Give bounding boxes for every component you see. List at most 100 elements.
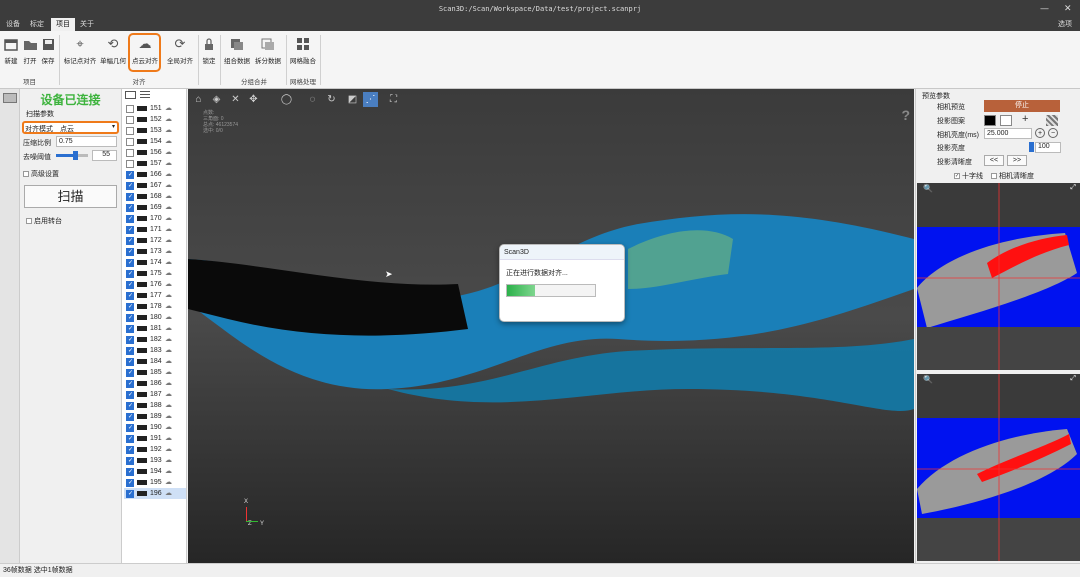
frame-list-item[interactable]: 188☁: [124, 400, 186, 412]
frame-list-item[interactable]: 152 ☁: [124, 114, 186, 125]
camera-sharpness-checkbox[interactable]: 相机清晰度: [991, 171, 1034, 181]
frame-list-item[interactable]: 189☁: [124, 411, 186, 423]
frame-list-item[interactable]: 157 ☁: [124, 158, 186, 169]
save-button[interactable]: 保存: [39, 33, 57, 65]
frame-list-item[interactable]: 186☁: [124, 378, 186, 390]
lock-button[interactable]: 锁定: [200, 33, 218, 65]
frame-checkbox[interactable]: [126, 478, 134, 489]
frame-checkbox[interactable]: [126, 324, 134, 335]
frame-checkbox[interactable]: [126, 269, 134, 280]
frame-checkbox[interactable]: [126, 456, 134, 467]
turntable-checkbox[interactable]: 启用转台: [26, 216, 62, 226]
frame-checkbox[interactable]: [126, 489, 134, 500]
tab-about[interactable]: 关于: [78, 18, 96, 31]
frame-list-item[interactable]: 167☁: [124, 180, 186, 192]
frame-list-item[interactable]: 180☁: [124, 312, 186, 324]
frame-list-item[interactable]: 177☁: [124, 290, 186, 302]
frame-checkbox[interactable]: [126, 203, 134, 214]
zoom-icon[interactable]: 🔍: [923, 375, 933, 384]
frame-checkbox[interactable]: [126, 390, 134, 401]
frame-checkbox[interactable]: [126, 368, 134, 379]
projection-brightness-field[interactable]: 100: [1035, 142, 1061, 153]
global-align-button[interactable]: ⟳ 全局对齐: [163, 33, 197, 65]
frame-list-item[interactable]: 195☁: [124, 477, 186, 489]
frame-checkbox[interactable]: [126, 467, 134, 478]
frame-list-item[interactable]: 190☁: [124, 422, 186, 434]
image-view-icon[interactable]: [125, 91, 136, 99]
expand-icon[interactable]: ⤢: [1070, 184, 1076, 192]
frame-checkbox[interactable]: [126, 291, 134, 302]
list-view-icon[interactable]: [140, 91, 150, 99]
frame-checkbox[interactable]: [126, 236, 134, 247]
3d-viewport[interactable]: ⌂ ◈ ✕ ✥ ◯ ◌ ↻ ◩ ⋰ ⛶ 点数: 三角面: 0 总点: 46123…: [188, 89, 914, 563]
tab-calibration[interactable]: 标定: [28, 18, 46, 31]
frame-list-item[interactable]: 156 ☁: [124, 147, 186, 158]
combine-data-button[interactable]: 组合数据: [222, 33, 252, 65]
scanner-icon[interactable]: [3, 93, 17, 103]
pattern-texture-swatch[interactable]: [1046, 115, 1058, 126]
frame-checkbox[interactable]: [126, 346, 134, 357]
frame-list-item[interactable]: 192☁: [124, 444, 186, 456]
frame-list-item[interactable]: 182☁: [124, 334, 186, 346]
frame-checkbox[interactable]: [126, 302, 134, 313]
frame-list-item[interactable]: 153 ☁: [124, 125, 186, 136]
pattern-black-swatch[interactable]: [984, 115, 996, 126]
frame-checkbox[interactable]: [126, 181, 134, 192]
scan-button[interactable]: 扫描: [24, 185, 117, 208]
frame-list-item[interactable]: 154 ☁: [124, 136, 186, 147]
new-button[interactable]: 新建: [2, 33, 20, 65]
stop-button[interactable]: 停止: [984, 100, 1060, 112]
frame-checkbox[interactable]: [126, 401, 134, 412]
frame-list-item[interactable]: 174☁: [124, 257, 186, 269]
frame-list-item[interactable]: 183☁: [124, 345, 186, 357]
frame-checkbox[interactable]: [126, 149, 134, 157]
denoise-slider[interactable]: [56, 151, 88, 160]
split-data-button[interactable]: 拆分数据: [253, 33, 283, 65]
align-mode-field[interactable]: 对齐模式 点云 ▾: [22, 121, 119, 134]
denoise-slider-thumb[interactable]: [73, 151, 79, 160]
frame-checkbox[interactable]: [126, 258, 134, 269]
compress-field[interactable]: 0.75: [56, 136, 117, 147]
projection-brightness-slider[interactable]: [1029, 142, 1034, 152]
frame-list-item[interactable]: 173☁: [124, 246, 186, 258]
frame-checkbox[interactable]: [126, 105, 134, 113]
frame-checkbox[interactable]: [126, 280, 134, 291]
frame-list-item[interactable]: 196☁: [124, 488, 186, 500]
frame-checkbox[interactable]: [126, 357, 134, 368]
marker-align-button[interactable]: ⌖ 标记点对齐: [62, 33, 98, 65]
frame-checkbox[interactable]: [126, 170, 134, 181]
frame-list-item[interactable]: 184☁: [124, 356, 186, 368]
frame-checkbox[interactable]: [126, 434, 134, 445]
close-icon[interactable]: ✕: [1064, 0, 1072, 18]
frame-list-item[interactable]: 151 ☁: [124, 103, 186, 114]
frame-checkbox[interactable]: [126, 214, 134, 225]
frame-list-item[interactable]: 168☁: [124, 191, 186, 203]
open-button[interactable]: 打开: [21, 33, 39, 65]
options-menu[interactable]: 选项: [1058, 18, 1072, 31]
frame-checkbox[interactable]: [126, 423, 134, 434]
zoom-out-icon[interactable]: −: [1048, 128, 1058, 138]
frame-list-item[interactable]: 194☁: [124, 466, 186, 478]
frame-list-item[interactable]: 191☁: [124, 433, 186, 445]
frame-list-item[interactable]: 176☁: [124, 279, 186, 291]
frame-list-item[interactable]: 169☁: [124, 202, 186, 214]
frame-list-item[interactable]: 172☁: [124, 235, 186, 247]
frame-list-item[interactable]: 170☁: [124, 213, 186, 225]
tab-project[interactable]: 项目: [51, 18, 75, 31]
advanced-settings-checkbox[interactable]: 高级设置: [23, 169, 59, 179]
frame-checkbox[interactable]: [126, 160, 134, 168]
frame-list-item[interactable]: 175☁: [124, 268, 186, 280]
zoom-in-icon[interactable]: +: [1035, 128, 1045, 138]
frame-checkbox[interactable]: [126, 445, 134, 456]
minimize-icon[interactable]: —: [1040, 0, 1049, 18]
frame-list-item[interactable]: 187☁: [124, 389, 186, 401]
frame-list-item[interactable]: 171☁: [124, 224, 186, 236]
expand-icon[interactable]: ⤢: [1070, 375, 1076, 383]
frame-checkbox[interactable]: [126, 379, 134, 390]
tab-device[interactable]: 设备: [4, 18, 22, 31]
crosshair-checkbox[interactable]: ✓ 十字线: [954, 171, 983, 181]
frame-checkbox[interactable]: [126, 138, 134, 146]
frame-list-item[interactable]: 178☁: [124, 301, 186, 313]
frame-list-item[interactable]: 193☁: [124, 455, 186, 467]
frame-list-item[interactable]: 181☁: [124, 323, 186, 335]
